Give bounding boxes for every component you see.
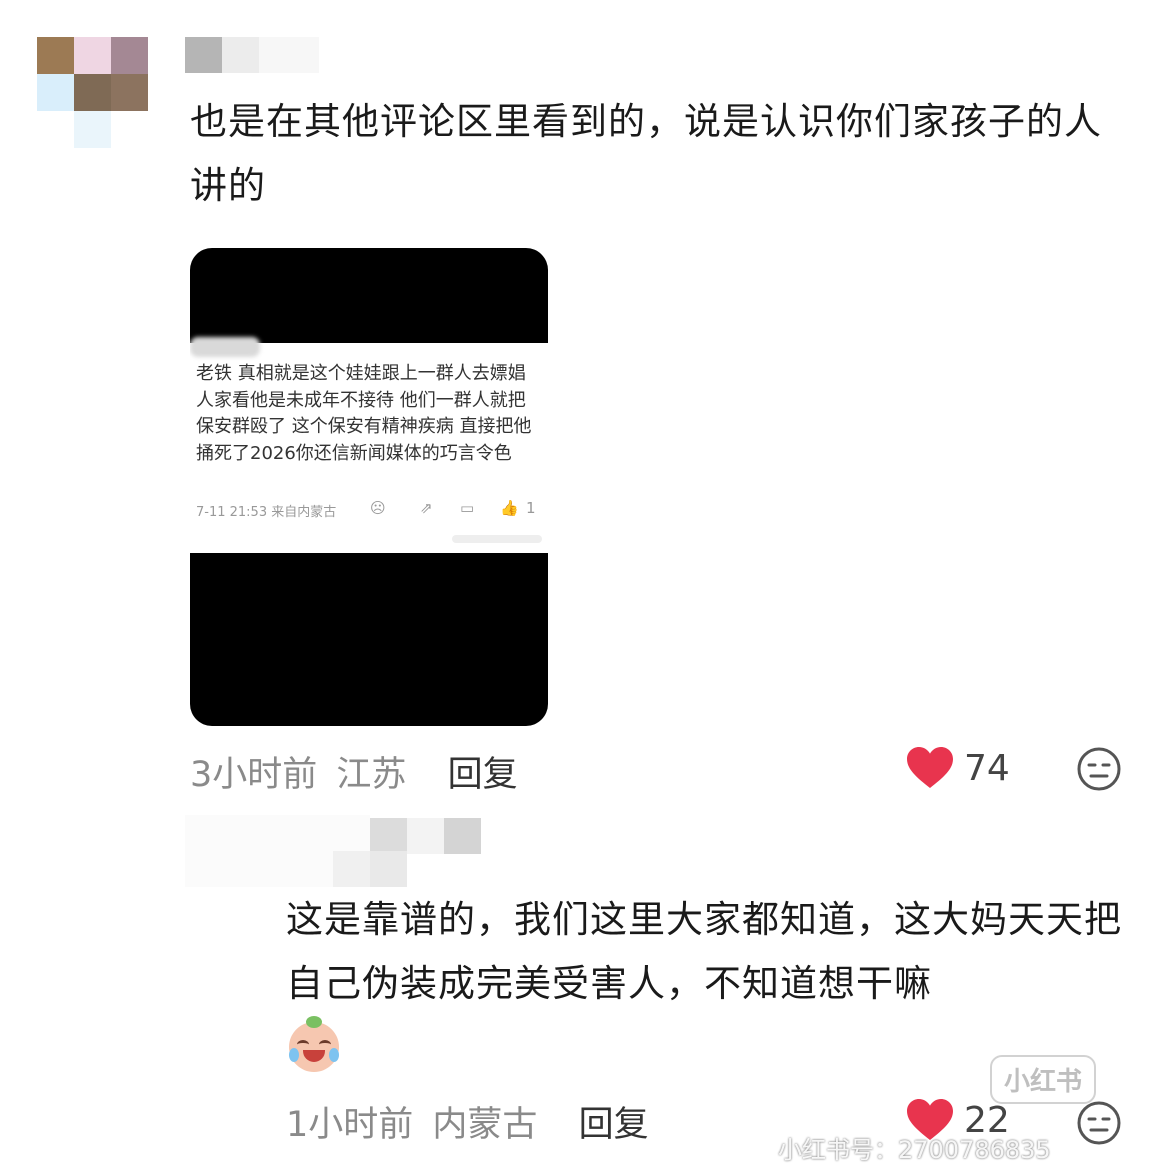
username-blurred[interactable] <box>185 37 335 73</box>
heart-icon[interactable] <box>906 746 954 790</box>
comment-time: 3小时前 <box>190 755 318 795</box>
reply-comment-text: 这是靠谱的，我们这里大家都知道，这大妈天天把自己伪装成完美受害人，不知道想干嘛 <box>286 898 1122 1005</box>
like-count: 74 <box>964 748 1010 789</box>
reply-comment-meta: 1小时前 内蒙古 回复 <box>286 1096 649 1147</box>
username-blurred <box>190 337 260 357</box>
watermark-blur <box>452 535 542 543</box>
comment-location: 江苏 <box>336 755 407 795</box>
reply-button[interactable]: 回复 <box>448 755 518 795</box>
dislike-icon: ☹ <box>370 499 386 517</box>
screenshot-comment-meta: 7-11 21:53 来自内蒙古 <box>196 505 337 520</box>
thumbs-up-icon: 👍 <box>500 499 519 517</box>
watermark-user-id: 小红书号：2700786835 <box>778 1136 1051 1164</box>
watermark-logo: 小红书 <box>990 1055 1097 1104</box>
dislike-face-icon[interactable] <box>1076 1100 1122 1146</box>
comment-time: 1小时前 <box>286 1105 414 1145</box>
comment-image[interactable]: 老铁 真相就是这个娃娃跟上一群人去嫖娼 人家看他是未成年不接待 他们一群人就把保… <box>190 248 548 726</box>
reply-button[interactable]: 回复 <box>579 1105 649 1145</box>
screenshot-comment-card: 老铁 真相就是这个娃娃跟上一群人去嫖娼 人家看他是未成年不接待 他们一群人就把保… <box>190 337 548 553</box>
watermark-brand: 小红书 <box>1004 1067 1083 1097</box>
screenshot-comment-text: 老铁 真相就是这个娃娃跟上一群人去嫖娼 人家看他是未成年不接待 他们一群人就把保… <box>196 363 532 464</box>
dislike-face-icon[interactable] <box>1076 746 1122 792</box>
comment-text: 也是在其他评论区里看到的，说是认识你们家孩子的人讲的 <box>190 100 1102 207</box>
comment-location: 内蒙古 <box>432 1105 538 1145</box>
share-icon: ⇗ <box>420 499 433 517</box>
laugh-cry-emoji-icon <box>289 1016 339 1072</box>
reply-avatar-username-blurred[interactable] <box>185 815 485 887</box>
screenshot-like-count: 1 <box>526 499 536 517</box>
comment-icon: ▭ <box>460 499 475 517</box>
avatar[interactable] <box>37 37 148 148</box>
comment-meta: 3小时前 江苏 回复 <box>190 746 518 797</box>
